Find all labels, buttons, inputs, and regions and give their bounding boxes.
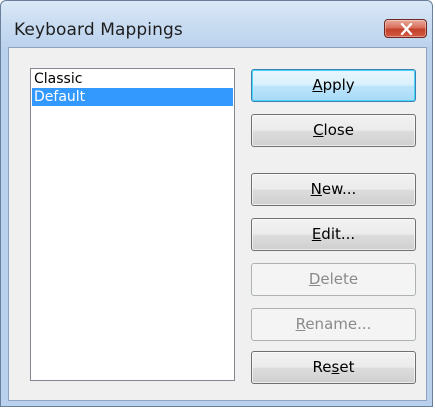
window-title: Keyboard Mappings: [14, 20, 183, 40]
list-item-default[interactable]: Default: [32, 88, 233, 106]
close-button[interactable]: Close: [251, 114, 416, 147]
title-bar[interactable]: Keyboard Mappings: [1, 1, 432, 47]
edit-button[interactable]: Edit...: [251, 218, 416, 251]
rename-button[interactable]: Rename...: [251, 308, 416, 341]
window-close-button[interactable]: [384, 19, 427, 38]
reset-button[interactable]: Reset: [251, 351, 416, 384]
mappings-list[interactable]: Classic Default: [30, 68, 235, 381]
new-button[interactable]: New...: [251, 173, 416, 206]
keyboard-mappings-dialog: Keyboard Mappings Classic Default Apply …: [0, 0, 433, 407]
delete-button[interactable]: Delete: [251, 263, 416, 296]
list-item-classic[interactable]: Classic: [32, 70, 233, 88]
close-x-icon: [400, 23, 413, 35]
dialog-client-area: Classic Default Apply Close New... Edit.…: [8, 47, 427, 401]
apply-button[interactable]: Apply: [251, 69, 416, 102]
